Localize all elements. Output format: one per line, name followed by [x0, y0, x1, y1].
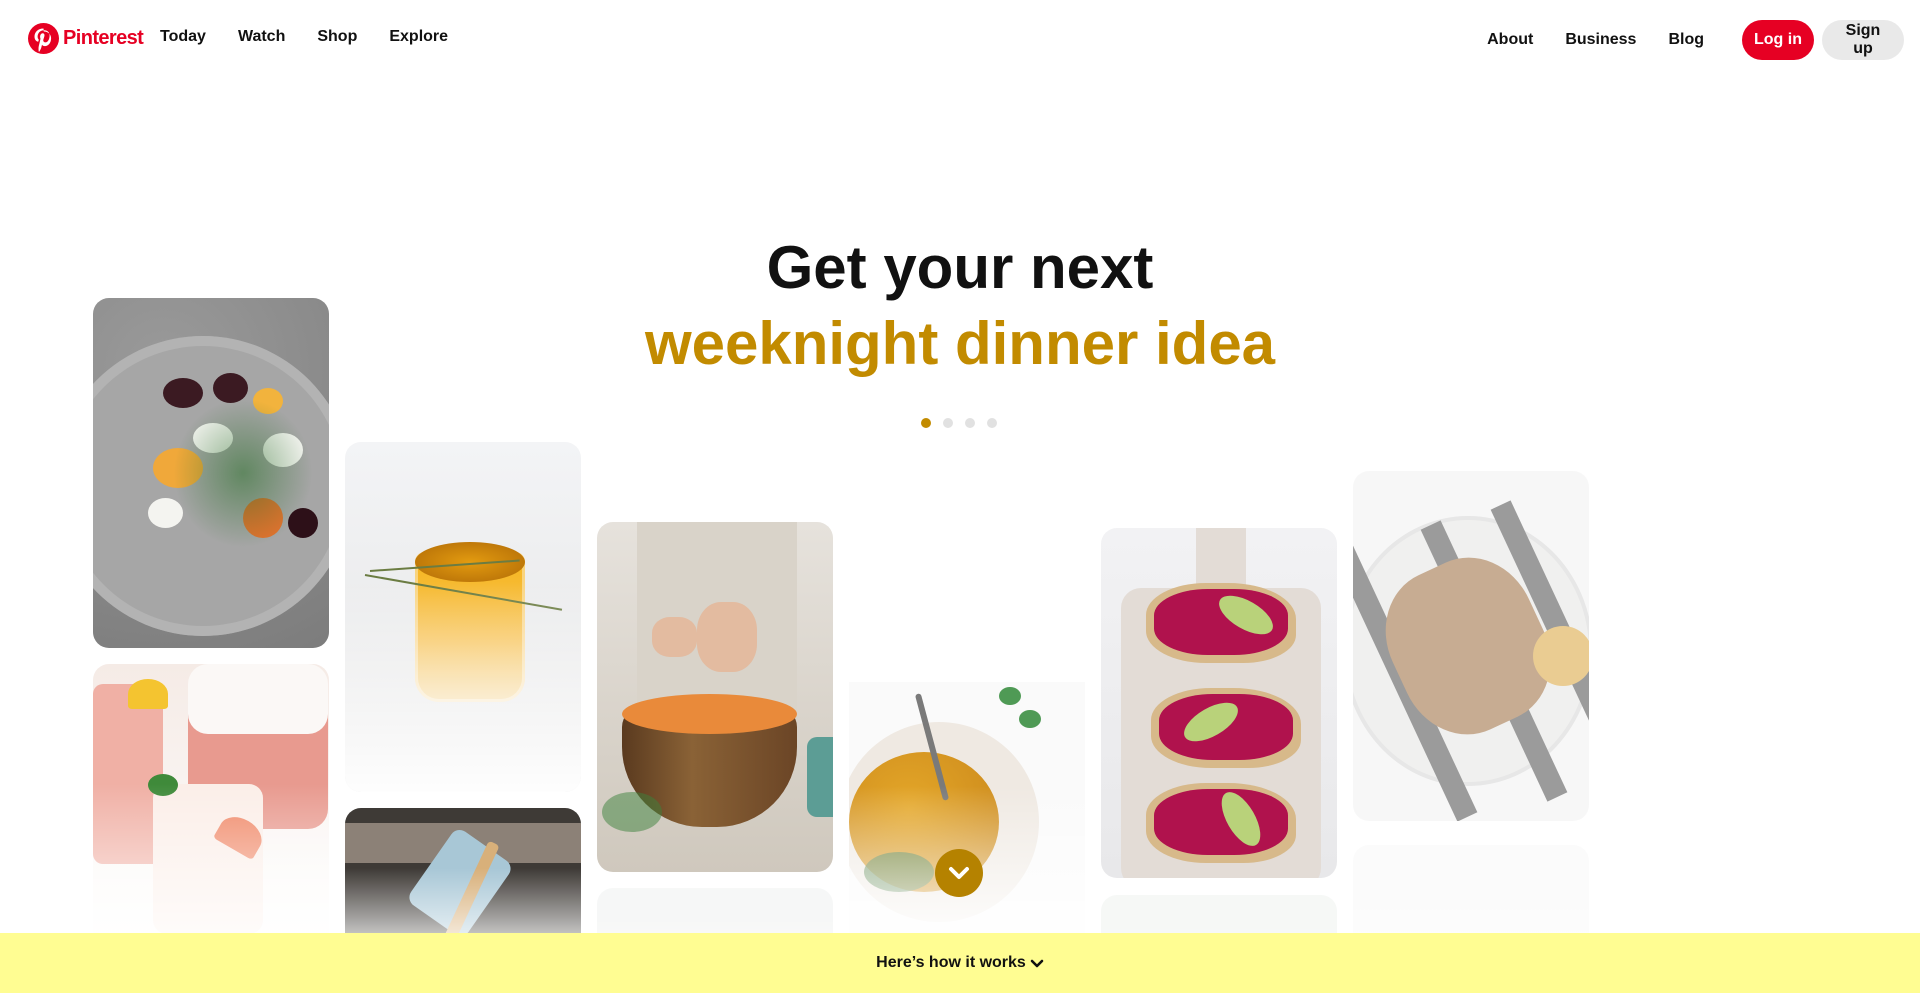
carousel-dot-3[interactable]	[965, 418, 975, 428]
lemon-slice-image	[128, 679, 168, 709]
top-nav-bar: Pinterest Today Watch Shop Explore About…	[0, 0, 1920, 80]
glass-image	[93, 684, 163, 864]
parsley-image	[999, 687, 1021, 705]
carousel-dot-2[interactable]	[943, 418, 953, 428]
nav-blog[interactable]: Blog	[1668, 31, 1704, 49]
nav-about[interactable]: About	[1487, 31, 1533, 49]
pin-card-lemonade[interactable]	[93, 664, 329, 964]
pumpkin-seeds-image	[864, 852, 934, 892]
pin-card-hummus[interactable]	[849, 682, 1085, 942]
pinterest-logo-icon	[28, 23, 59, 54]
grilled-lemon-image	[1533, 626, 1589, 686]
carousel-dot-1[interactable]	[921, 418, 931, 428]
login-button[interactable]: Log in	[1742, 20, 1814, 60]
signup-button[interactable]: Sign up	[1822, 20, 1904, 60]
hand-image	[652, 617, 697, 657]
hand-image	[697, 602, 757, 672]
pin-card-beet-toast[interactable]	[1101, 528, 1337, 878]
nav-shop[interactable]: Shop	[317, 28, 357, 46]
scroll-down-button[interactable]	[935, 849, 983, 897]
toast-image	[1146, 783, 1296, 863]
chevron-down-icon	[1030, 959, 1044, 968]
carousel-dot-4[interactable]	[987, 418, 997, 428]
pin-card-orange-drink[interactable]	[345, 442, 581, 792]
parsley-image	[1019, 710, 1041, 728]
brand-name: Pinterest	[63, 27, 144, 49]
chevron-down-icon	[949, 867, 969, 879]
how-it-works-button[interactable]: Here’s how it works	[0, 933, 1920, 993]
toast-image	[1151, 688, 1301, 768]
pinterest-logo-link[interactable]: Pinterest	[28, 23, 144, 54]
mint-image	[148, 774, 178, 796]
carrots-image	[622, 694, 797, 734]
primary-nav: Today Watch Shop Explore	[160, 28, 480, 46]
nav-business[interactable]: Business	[1565, 31, 1636, 49]
glass-image	[153, 784, 263, 934]
side-dish-image	[807, 737, 833, 817]
herbs-image	[602, 792, 662, 832]
beet-image	[163, 378, 203, 408]
how-it-works-label: Here’s how it works	[876, 954, 1026, 971]
pin-card-wooden-bowl[interactable]	[597, 522, 833, 872]
hero-title: Get your next	[766, 234, 1154, 301]
pin-card-salad[interactable]	[93, 298, 329, 648]
toast-image	[1146, 583, 1296, 663]
nav-explore[interactable]: Explore	[389, 28, 448, 46]
secondary-nav: About Business Blog Log in Sign up	[1487, 20, 1904, 60]
beet-image	[288, 508, 318, 538]
peach-slice-image	[213, 809, 268, 861]
pin-card-chicken[interactable]	[1353, 471, 1589, 821]
carousel-dots	[921, 418, 1009, 428]
nav-today[interactable]: Today	[160, 28, 206, 46]
nav-watch[interactable]: Watch	[238, 28, 285, 46]
pitcher-ice-image	[188, 664, 328, 734]
